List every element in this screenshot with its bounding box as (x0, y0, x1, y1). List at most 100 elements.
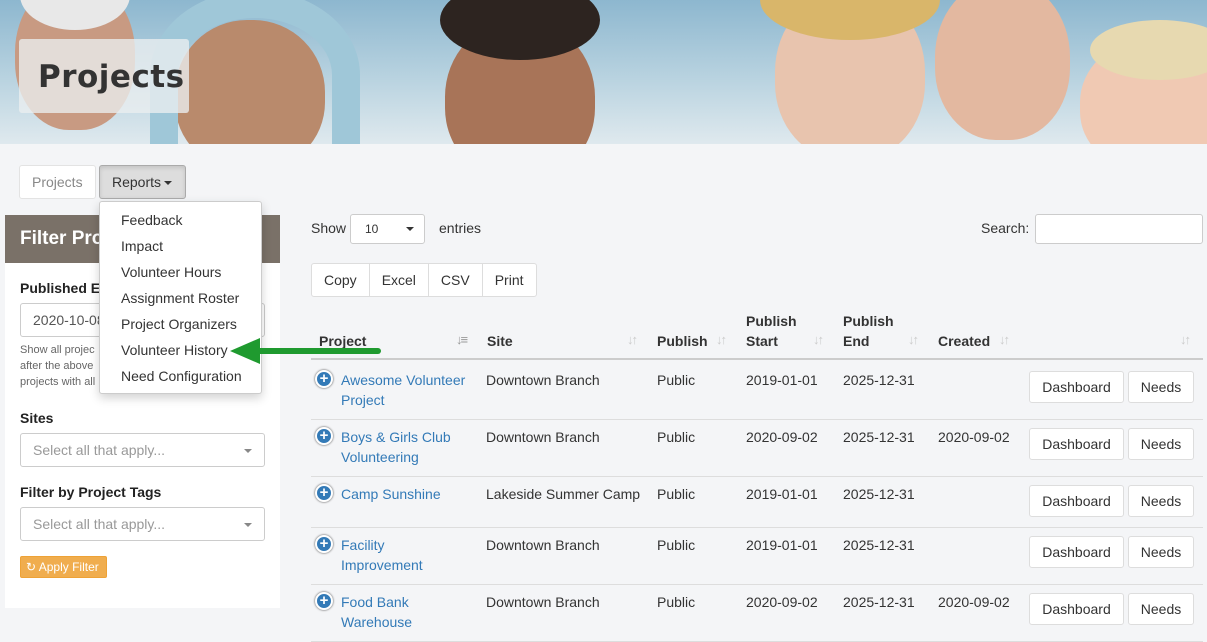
tags-placeholder: Select all that apply... (33, 516, 166, 532)
needs-button[interactable]: Needs (1128, 428, 1194, 460)
apply-filter-button[interactable]: ↻ Apply Filter (20, 556, 107, 578)
sort-asc-icon[interactable]: ↓≡ (456, 332, 468, 347)
entries-label: entries (439, 220, 482, 236)
sites-label: Sites (20, 410, 54, 426)
project-link[interactable]: Food Bank Warehouse (341, 592, 476, 632)
menu-item-project-organizers[interactable]: Project Organizers (121, 316, 237, 332)
expand-row-icon[interactable]: + (315, 484, 333, 502)
tags-label: Filter by Project Tags (20, 484, 162, 500)
publish-cell: Public (657, 372, 696, 388)
created-cell: 2020-09-02 (938, 429, 1010, 445)
site-cell: Downtown Branch (486, 537, 600, 553)
tags-select[interactable]: Select all that apply... (20, 507, 265, 541)
project-link[interactable]: Awesome Volunteer Project (341, 370, 476, 410)
expand-row-icon[interactable]: + (315, 535, 333, 553)
menu-item-impact[interactable]: Impact (121, 238, 163, 254)
column-header-publish-end[interactable]: Publish End (843, 311, 894, 351)
tab-projects-label: Projects (32, 174, 83, 190)
site-cell: Downtown Branch (486, 429, 600, 445)
site-cell: Downtown Branch (486, 594, 600, 610)
pointer-arrow-icon (230, 338, 381, 364)
publish-cell: Public (657, 594, 696, 610)
sort-icon[interactable]: ↓↑ (813, 332, 824, 347)
search-label: Search: (981, 220, 1030, 236)
publish-end-cell: 2025-12-31 (843, 594, 915, 610)
menu-item-feedback[interactable]: Feedback (121, 212, 182, 228)
menu-item-volunteer-hours[interactable]: Volunteer Hours (121, 264, 221, 280)
tab-reports-dropdown[interactable]: Reports (99, 165, 186, 199)
project-link[interactable]: Camp Sunshine (341, 484, 476, 504)
dashboard-button[interactable]: Dashboard (1029, 536, 1124, 568)
row-divider (311, 527, 1203, 528)
entries-length-value: 10 (365, 222, 379, 236)
site-cell: Downtown Branch (486, 372, 600, 388)
dashboard-button[interactable]: Dashboard (1029, 428, 1124, 460)
expand-row-icon[interactable]: + (315, 592, 333, 610)
publish-cell: Public (657, 537, 696, 553)
expand-row-icon[interactable]: + (315, 427, 333, 445)
menu-item-need-configuration[interactable]: Need Configuration (121, 368, 242, 384)
export-button-group: Copy Excel CSV Print (311, 263, 537, 297)
expand-row-icon[interactable]: + (315, 370, 333, 388)
publish-cell: Public (657, 486, 696, 502)
project-name-line: Facility (341, 537, 385, 553)
project-link[interactable]: Boys & Girls Club Volunteering (341, 427, 476, 467)
page-title: Projects (38, 59, 185, 95)
chevron-down-icon (406, 227, 414, 231)
excel-button[interactable]: Excel (368, 263, 429, 297)
needs-button[interactable]: Needs (1128, 593, 1194, 625)
row-divider (311, 419, 1203, 420)
sort-icon[interactable]: ↓↑ (1180, 332, 1191, 347)
project-name-line: Food Bank (341, 594, 409, 610)
print-button[interactable]: Print (481, 263, 537, 297)
project-name-line: Boys & Girls Club (341, 429, 451, 445)
dashboard-button[interactable]: Dashboard (1029, 371, 1124, 403)
project-link[interactable]: Facility Improvement (341, 535, 476, 575)
publish-end-cell: 2025-12-31 (843, 537, 915, 553)
sort-icon[interactable]: ↓↑ (627, 332, 638, 347)
dashboard-button[interactable]: Dashboard (1029, 593, 1124, 625)
tab-reports-label: Reports (112, 174, 162, 190)
page-title-box: Projects (19, 39, 189, 113)
sort-icon[interactable]: ↓↑ (999, 332, 1010, 347)
publish-start-cell: 2019-01-01 (746, 486, 818, 502)
entries-length-select[interactable]: 10 (350, 214, 425, 244)
publish-start-cell: 2020-09-02 (746, 429, 818, 445)
project-name-line: Project (341, 392, 385, 408)
created-cell: 2020-09-02 (938, 594, 1010, 610)
menu-item-volunteer-history[interactable]: Volunteer History (121, 342, 228, 358)
caret-down-icon (244, 523, 252, 527)
header-line: Start (746, 333, 778, 349)
sort-icon[interactable]: ↓↑ (908, 332, 919, 347)
needs-button[interactable]: Needs (1128, 371, 1194, 403)
site-cell: Lakeside Summer Camp (486, 486, 641, 502)
csv-button[interactable]: CSV (427, 263, 483, 297)
header-line: Publish (843, 313, 894, 329)
copy-button[interactable]: Copy (311, 263, 370, 297)
show-label: Show (311, 220, 347, 236)
column-header-publish-start[interactable]: Publish Start (746, 311, 797, 351)
caret-down-icon (244, 449, 252, 453)
row-divider (311, 476, 1203, 477)
column-header-created[interactable]: Created (938, 331, 990, 351)
column-header-publish[interactable]: Publish (657, 331, 708, 351)
publish-end-cell: 2025-12-31 (843, 429, 915, 445)
dashboard-button[interactable]: Dashboard (1029, 485, 1124, 517)
publish-end-cell: 2025-12-31 (843, 372, 915, 388)
needs-button[interactable]: Needs (1128, 485, 1194, 517)
caret-down-icon (164, 181, 173, 186)
sort-icon[interactable]: ↓↑ (716, 332, 727, 347)
row-divider (311, 584, 1203, 585)
project-name-line: Volunteering (341, 449, 419, 465)
menu-item-assignment-roster[interactable]: Assignment Roster (121, 290, 239, 306)
tab-projects[interactable]: Projects (19, 165, 96, 199)
sites-select[interactable]: Select all that apply... (20, 433, 265, 467)
header-banner-image: Projects (0, 0, 1207, 144)
search-input[interactable] (1035, 214, 1203, 244)
header-line: Publish (746, 313, 797, 329)
apply-filter-label: Apply Filter (38, 560, 99, 574)
needs-button[interactable]: Needs (1128, 536, 1194, 568)
column-header-site[interactable]: Site (487, 331, 513, 351)
project-name-line: Warehouse (341, 614, 413, 630)
project-name-line: Improvement (341, 557, 423, 573)
